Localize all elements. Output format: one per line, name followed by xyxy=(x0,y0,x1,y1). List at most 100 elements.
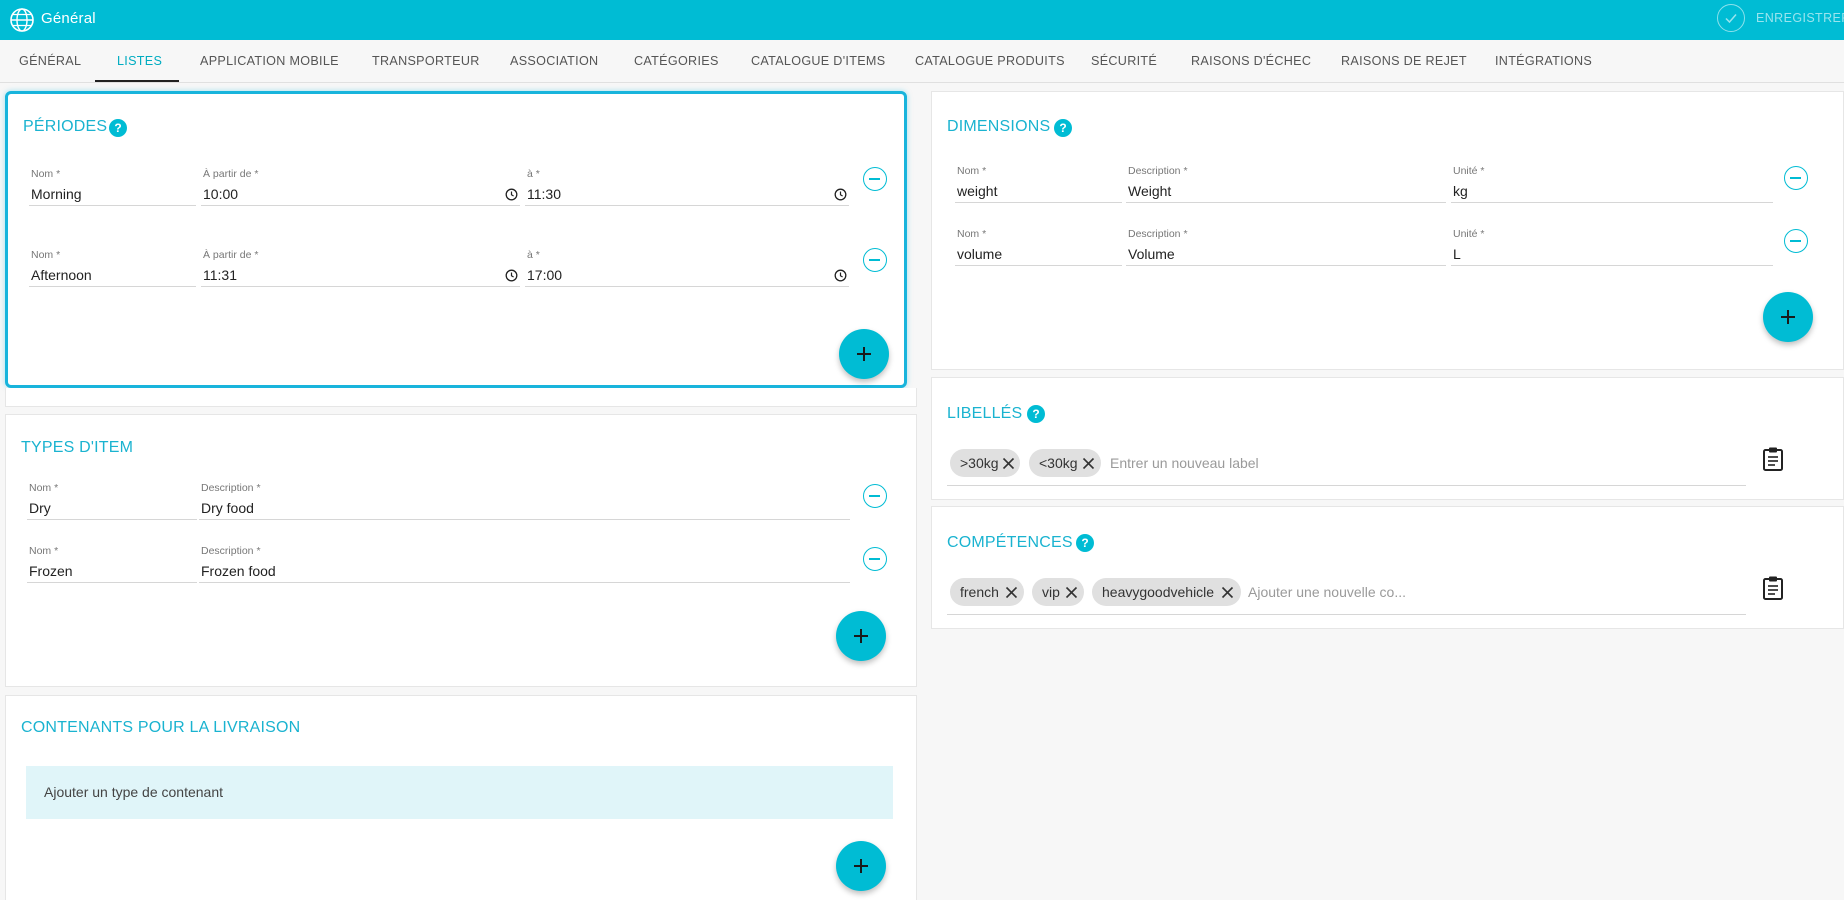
field-value: 11:31 xyxy=(203,267,237,283)
chip-text: heavygoodvehicle xyxy=(1102,584,1215,600)
clock-icon[interactable] xyxy=(505,188,518,201)
tab-securite[interactable]: SÉCURITÉ xyxy=(1091,40,1157,83)
add-dimension-button[interactable] xyxy=(1763,292,1813,342)
competences-title: COMPÉTENCES xyxy=(947,534,1073,551)
chip-text: vip xyxy=(1042,584,1060,600)
dimension-unit-field[interactable]: Unité * kg xyxy=(1451,165,1773,203)
field-value: Afternoon xyxy=(31,267,92,283)
field-value: Frozen xyxy=(29,563,73,579)
field-label: Description * xyxy=(1128,228,1188,240)
dimension-name-field[interactable]: Nom * weight xyxy=(955,165,1122,203)
field-label: Nom * xyxy=(957,228,987,240)
input-underline xyxy=(947,485,1746,486)
add-item-type-button[interactable] xyxy=(836,611,886,661)
field-label: Description * xyxy=(201,545,261,557)
field-value: Frozen food xyxy=(201,563,276,579)
types-item-card: TYPES D'ITEM Nom * Dry Description * Dry… xyxy=(5,414,917,687)
active-tab-indicator xyxy=(95,80,179,82)
dimensions-title: DIMENSIONS xyxy=(947,118,1051,135)
period-from-field[interactable]: À partir de * 10:00 xyxy=(201,168,520,206)
add-container-type-banner[interactable]: Ajouter un type de contenant xyxy=(26,766,893,819)
field-value: 10:00 xyxy=(203,186,239,202)
save-button[interactable]: ENREGISTRER xyxy=(1756,11,1844,25)
close-icon[interactable] xyxy=(1005,586,1018,599)
tab-general[interactable]: GÉNÉRAL xyxy=(19,40,81,83)
tab-association[interactable]: ASSOCIATION xyxy=(510,40,598,83)
tab-categories[interactable]: CATÉGORIES xyxy=(634,40,719,83)
skill-chip[interactable]: vip xyxy=(1032,578,1084,606)
libelles-card: LIBELLÉS ? >30kg <30kg Entrer un nouveau… xyxy=(931,377,1844,500)
close-icon[interactable] xyxy=(1221,586,1234,599)
help-icon[interactable]: ? xyxy=(109,119,127,137)
item-type-description-field[interactable]: Description * Dry food xyxy=(199,482,850,520)
dimension-name-field[interactable]: Nom * volume xyxy=(955,228,1122,266)
tab-raisons-echec[interactable]: RAISONS D'ÉCHEC xyxy=(1191,40,1311,83)
remove-item-type-button[interactable] xyxy=(863,484,887,508)
app-bar: Général ENREGISTRER xyxy=(0,0,1844,40)
add-container-button[interactable] xyxy=(836,841,886,891)
field-label: Description * xyxy=(201,482,261,494)
tab-catalogue-produits[interactable]: CATALOGUE PRODUITS xyxy=(915,40,1065,83)
item-type-name-field[interactable]: Nom * Frozen xyxy=(27,545,197,583)
period-name-field[interactable]: Nom * Afternoon xyxy=(29,249,196,287)
clock-icon[interactable] xyxy=(834,269,847,282)
add-period-button[interactable] xyxy=(839,329,889,379)
new-skill-input[interactable]: Ajouter une nouvelle co... xyxy=(1248,584,1406,600)
field-value: 11:30 xyxy=(527,186,561,202)
close-icon[interactable] xyxy=(1002,457,1015,470)
tab-raisons-rejet[interactable]: RAISONS DE REJET xyxy=(1341,40,1467,83)
item-type-description-field[interactable]: Description * Frozen food xyxy=(199,545,850,583)
period-from-field[interactable]: À partir de * 11:31 xyxy=(201,249,520,287)
globe-icon xyxy=(10,8,34,32)
tab-catalogue-items[interactable]: CATALOGUE D'ITEMS xyxy=(751,40,885,83)
period-name-field[interactable]: Nom * Morning xyxy=(29,168,196,206)
remove-item-type-button[interactable] xyxy=(863,547,887,571)
input-underline xyxy=(947,614,1746,615)
help-icon[interactable]: ? xyxy=(1076,534,1094,552)
dimension-description-field[interactable]: Description * Weight xyxy=(1126,165,1446,203)
remove-period-button[interactable] xyxy=(863,167,887,191)
field-label: Nom * xyxy=(29,482,59,494)
period-to-field[interactable]: à * 17:00 xyxy=(525,249,849,287)
dimension-unit-field[interactable]: Unité * L xyxy=(1451,228,1773,266)
clock-icon[interactable] xyxy=(505,269,518,282)
tab-application-mobile[interactable]: APPLICATION MOBILE xyxy=(200,40,339,83)
field-label: à * xyxy=(527,168,540,180)
field-value: Morning xyxy=(31,186,82,202)
app-title: Général xyxy=(41,10,96,27)
skill-chip[interactable]: french xyxy=(950,578,1024,606)
tab-transporteur[interactable]: TRANSPORTEUR xyxy=(372,40,480,83)
save-check-button[interactable] xyxy=(1717,4,1745,32)
period-to-field[interactable]: à * 11:30 xyxy=(525,168,849,206)
dimensions-card: DIMENSIONS ? Nom * weight Description * … xyxy=(931,91,1844,370)
new-label-input[interactable]: Entrer un nouveau label xyxy=(1110,455,1259,471)
close-icon[interactable] xyxy=(1082,457,1095,470)
dimension-description-field[interactable]: Description * Volume xyxy=(1126,228,1446,266)
skill-chip[interactable]: heavygoodvehicle xyxy=(1092,578,1241,606)
clipboard-icon[interactable] xyxy=(1762,575,1784,601)
tab-listes[interactable]: LISTES xyxy=(117,40,162,83)
field-value: kg xyxy=(1453,183,1468,199)
tab-integrations[interactable]: INTÉGRATIONS xyxy=(1495,40,1592,83)
label-chip[interactable]: >30kg xyxy=(950,449,1020,477)
remove-dimension-button[interactable] xyxy=(1784,166,1808,190)
close-icon[interactable] xyxy=(1065,586,1078,599)
remove-dimension-button[interactable] xyxy=(1784,229,1808,253)
field-label: à * xyxy=(527,249,540,261)
field-label: Nom * xyxy=(29,545,59,557)
help-icon[interactable]: ? xyxy=(1027,405,1045,423)
contenants-card: CONTENANTS POUR LA LIVRAISON Ajouter un … xyxy=(5,695,917,900)
clipboard-icon[interactable] xyxy=(1762,446,1784,472)
field-label: Unité * xyxy=(1453,228,1485,240)
remove-period-button[interactable] xyxy=(863,248,887,272)
clock-icon[interactable] xyxy=(834,188,847,201)
periodes-card-shadow xyxy=(5,388,917,407)
item-type-name-field[interactable]: Nom * Dry xyxy=(27,482,197,520)
field-label: Nom * xyxy=(957,165,987,177)
field-value: Volume xyxy=(1128,246,1175,262)
types-item-title: TYPES D'ITEM xyxy=(21,439,134,456)
field-label: Nom * xyxy=(31,168,61,180)
help-icon[interactable]: ? xyxy=(1054,119,1072,137)
libelles-title: LIBELLÉS xyxy=(947,405,1023,422)
label-chip[interactable]: <30kg xyxy=(1029,449,1101,477)
